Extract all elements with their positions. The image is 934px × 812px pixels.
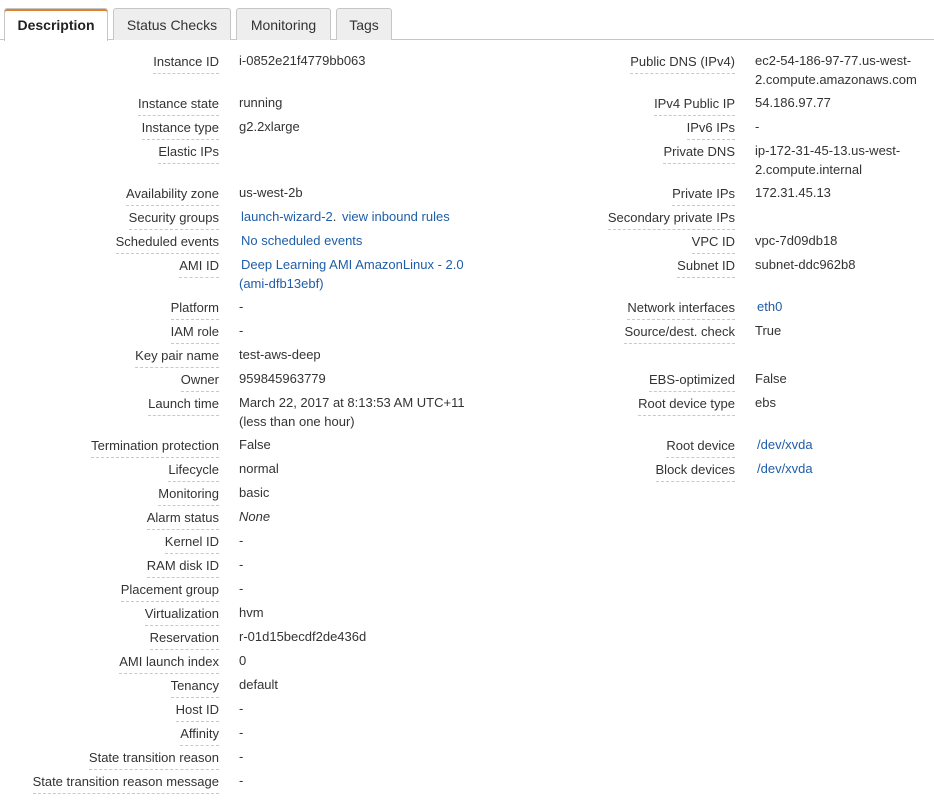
label-block-devices: Block devices bbox=[655, 461, 735, 482]
value-affinity: - bbox=[239, 725, 244, 740]
label-subnet-id: Subnet ID bbox=[677, 257, 735, 278]
label-iam-role: IAM role bbox=[170, 323, 219, 344]
label-tenancy: Tenancy bbox=[170, 677, 219, 698]
label-vpc-id: VPC ID bbox=[691, 233, 735, 254]
label-owner: Owner bbox=[180, 371, 219, 392]
link-ami-name[interactable]: Deep Learning AMI AmazonLinux - 2.0 bbox=[241, 255, 464, 274]
value-vpc-id: vpc-7d09db18 bbox=[755, 233, 838, 248]
label-launch-time: Launch time bbox=[148, 395, 219, 416]
label-key-pair-name: Key pair name bbox=[135, 347, 219, 368]
value-ipv6-ips: - bbox=[755, 119, 760, 134]
value-private-dns: ip-172-31-45-13.us-west- bbox=[755, 143, 901, 158]
value-iam-role: - bbox=[239, 323, 244, 338]
label-ami-launch-index: AMI launch index bbox=[119, 653, 219, 674]
value-source-dest-check: True bbox=[755, 323, 782, 338]
label-virtualization: Virtualization bbox=[144, 605, 219, 626]
label-security-groups: Security groups bbox=[128, 209, 219, 230]
label-public-dns: Public DNS (IPv4) bbox=[630, 53, 735, 74]
label-state-transition-reason: State transition reason bbox=[88, 749, 219, 770]
label-source-dest-check: Source/dest. check bbox=[624, 323, 735, 344]
label-ebs-optimized: EBS-optimized bbox=[649, 371, 735, 392]
label-ipv6-ips: IPv6 IPs bbox=[686, 119, 735, 140]
label-root-device-type: Root device type bbox=[638, 395, 735, 416]
label-availability-zone: Availability zone bbox=[126, 185, 219, 206]
label-reservation: Reservation bbox=[149, 629, 219, 650]
label-alarm-status: Alarm status bbox=[146, 509, 219, 530]
value-ram-disk-id: - bbox=[239, 557, 244, 572]
value-state-transition-reason: - bbox=[239, 749, 244, 764]
value-virtualization: hvm bbox=[239, 605, 264, 620]
value-tenancy: default bbox=[239, 677, 279, 692]
value-host-id: - bbox=[239, 701, 244, 716]
value-ipv4-public-ip: 54.186.97.77 bbox=[755, 95, 831, 110]
tab-tags[interactable]: Tags bbox=[336, 8, 392, 40]
value-security-groups: launch-wizard-2. view inbound rules bbox=[241, 207, 450, 226]
tab-bar: Description Status Checks Monitoring Tag… bbox=[0, 0, 934, 41]
label-ram-disk-id: RAM disk ID bbox=[146, 557, 219, 578]
label-network-interfaces: Network interfaces bbox=[627, 299, 735, 320]
value-platform: - bbox=[239, 299, 244, 314]
value-reservation: r-01d15becdf2de436d bbox=[239, 629, 367, 644]
label-root-device: Root device bbox=[666, 437, 735, 458]
value-kernel-id: - bbox=[239, 533, 244, 548]
label-private-ips: Private IPs bbox=[672, 185, 735, 206]
label-elastic-ips: Elastic IPs bbox=[158, 143, 219, 164]
tab-monitoring[interactable]: Monitoring bbox=[236, 8, 331, 40]
value-subnet-id: subnet-ddc962b8 bbox=[755, 257, 856, 272]
link-network-interface-eth0[interactable]: eth0 bbox=[757, 297, 782, 316]
value-alarm-status: None bbox=[239, 509, 271, 524]
value-instance-id: i-0852e21f4779bb063 bbox=[239, 53, 366, 68]
value-launch-time-relative: (less than one hour) bbox=[239, 414, 355, 429]
label-instance-type: Instance type bbox=[141, 119, 219, 140]
label-ami-id: AMI ID bbox=[179, 257, 219, 278]
value-owner: 959845963779 bbox=[239, 371, 326, 386]
value-state-transition-reason-message: - bbox=[239, 773, 244, 788]
value-termination-protection: False bbox=[239, 437, 271, 452]
label-platform: Platform bbox=[170, 299, 219, 320]
value-monitoring: basic bbox=[239, 485, 270, 500]
value-public-dns: ec2-54-186-97-77.us-west- bbox=[755, 53, 912, 68]
link-ami-id[interactable]: (ami-dfb13ebf) bbox=[239, 274, 324, 293]
label-scheduled-events: Scheduled events bbox=[115, 233, 219, 254]
label-lifecycle: Lifecycle bbox=[168, 461, 219, 482]
label-affinity: Affinity bbox=[180, 725, 219, 746]
value-launch-time: March 22, 2017 at 8:13:53 AM UTC+11 bbox=[239, 395, 465, 410]
value-instance-type: g2.2xlarge bbox=[239, 119, 300, 134]
label-instance-state: Instance state bbox=[138, 95, 219, 116]
link-block-devices[interactable]: /dev/xvda bbox=[757, 459, 813, 478]
value-public-dns-cont: 2.compute.amazonaws.com bbox=[755, 72, 917, 87]
label-private-dns: Private DNS bbox=[663, 143, 735, 164]
tab-status-checks[interactable]: Status Checks bbox=[113, 8, 231, 40]
value-key-pair-name: test-aws-deep bbox=[239, 347, 321, 362]
label-secondary-private-ips: Secondary private IPs bbox=[607, 209, 735, 230]
tab-description[interactable]: Description bbox=[4, 8, 108, 41]
label-monitoring: Monitoring bbox=[158, 485, 219, 506]
label-ipv4-public-ip: IPv4 Public IP bbox=[654, 95, 735, 116]
value-ebs-optimized: False bbox=[755, 371, 787, 386]
value-ami-launch-index: 0 bbox=[239, 653, 247, 668]
value-lifecycle: normal bbox=[239, 461, 279, 476]
value-placement-group: - bbox=[239, 581, 244, 596]
value-availability-zone: us-west-2b bbox=[239, 185, 303, 200]
link-view-inbound-rules[interactable]: view inbound rules bbox=[342, 209, 450, 224]
link-scheduled-events[interactable]: No scheduled events bbox=[241, 231, 362, 250]
value-private-dns-cont: 2.compute.internal bbox=[755, 162, 862, 177]
security-groups-separator: . bbox=[332, 209, 337, 224]
value-private-ips: 172.31.45.13 bbox=[755, 185, 831, 200]
label-state-transition-reason-message: State transition reason message bbox=[32, 773, 219, 794]
label-placement-group: Placement group bbox=[120, 581, 219, 602]
value-root-device-type: ebs bbox=[755, 395, 776, 410]
value-instance-state: running bbox=[239, 95, 283, 110]
link-security-group[interactable]: launch-wizard-2 bbox=[241, 209, 333, 224]
link-root-device[interactable]: /dev/xvda bbox=[757, 435, 813, 454]
label-kernel-id: Kernel ID bbox=[164, 533, 219, 554]
label-host-id: Host ID bbox=[175, 701, 219, 722]
label-instance-id: Instance ID bbox=[153, 53, 219, 74]
label-termination-protection: Termination protection bbox=[91, 437, 219, 458]
